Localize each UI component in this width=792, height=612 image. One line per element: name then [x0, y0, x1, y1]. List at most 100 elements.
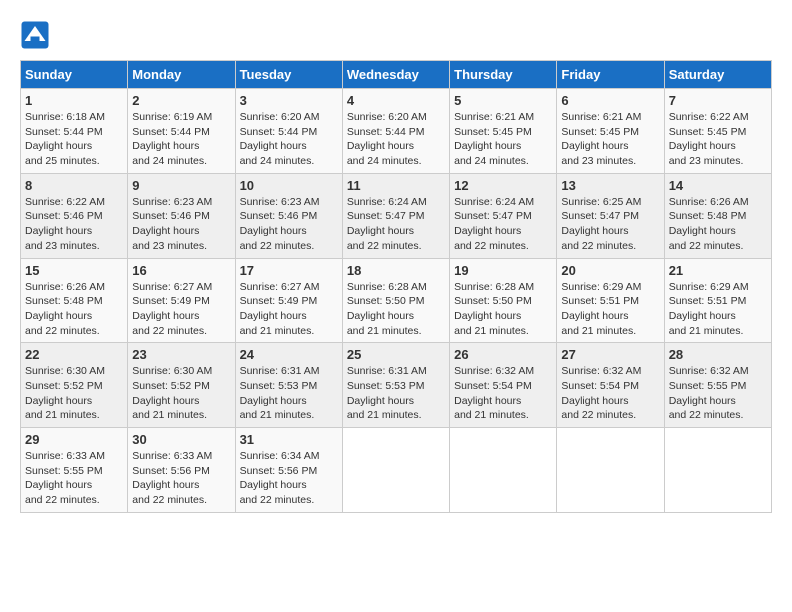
day-number: 30 [132, 432, 230, 447]
calendar-cell: 12 Sunrise: 6:24 AMSunset: 5:47 PMDaylig… [450, 173, 557, 258]
day-number: 6 [561, 93, 659, 108]
day-number: 20 [561, 263, 659, 278]
day-number: 7 [669, 93, 767, 108]
day-number: 2 [132, 93, 230, 108]
calendar-cell: 13 Sunrise: 6:25 AMSunset: 5:47 PMDaylig… [557, 173, 664, 258]
header-day-friday: Friday [557, 61, 664, 89]
day-detail: Sunrise: 6:27 AMSunset: 5:49 PMDaylight … [132, 280, 230, 339]
day-number: 11 [347, 178, 445, 193]
calendar-cell: 6 Sunrise: 6:21 AMSunset: 5:45 PMDayligh… [557, 89, 664, 174]
calendar-cell [342, 428, 449, 513]
day-number: 29 [25, 432, 123, 447]
calendar-cell: 5 Sunrise: 6:21 AMSunset: 5:45 PMDayligh… [450, 89, 557, 174]
calendar-cell: 9 Sunrise: 6:23 AMSunset: 5:46 PMDayligh… [128, 173, 235, 258]
day-number: 25 [347, 347, 445, 362]
calendar-cell: 18 Sunrise: 6:28 AMSunset: 5:50 PMDaylig… [342, 258, 449, 343]
day-number: 16 [132, 263, 230, 278]
day-number: 4 [347, 93, 445, 108]
header-day-saturday: Saturday [664, 61, 771, 89]
day-number: 5 [454, 93, 552, 108]
calendar-cell: 29 Sunrise: 6:33 AMSunset: 5:55 PMDaylig… [21, 428, 128, 513]
day-number: 3 [240, 93, 338, 108]
calendar-table: SundayMondayTuesdayWednesdayThursdayFrid… [20, 60, 772, 513]
calendar-cell [450, 428, 557, 513]
day-detail: Sunrise: 6:31 AMSunset: 5:53 PMDaylight … [240, 364, 338, 423]
day-detail: Sunrise: 6:29 AMSunset: 5:51 PMDaylight … [669, 280, 767, 339]
calendar-cell: 23 Sunrise: 6:30 AMSunset: 5:52 PMDaylig… [128, 343, 235, 428]
calendar-cell: 26 Sunrise: 6:32 AMSunset: 5:54 PMDaylig… [450, 343, 557, 428]
day-number: 10 [240, 178, 338, 193]
day-detail: Sunrise: 6:33 AMSunset: 5:55 PMDaylight … [25, 449, 123, 508]
calendar-cell: 14 Sunrise: 6:26 AMSunset: 5:48 PMDaylig… [664, 173, 771, 258]
day-detail: Sunrise: 6:25 AMSunset: 5:47 PMDaylight … [561, 195, 659, 254]
logo-icon [20, 20, 50, 50]
day-number: 27 [561, 347, 659, 362]
day-number: 28 [669, 347, 767, 362]
day-number: 1 [25, 93, 123, 108]
day-detail: Sunrise: 6:21 AMSunset: 5:45 PMDaylight … [454, 110, 552, 169]
day-number: 12 [454, 178, 552, 193]
day-detail: Sunrise: 6:22 AMSunset: 5:45 PMDaylight … [669, 110, 767, 169]
calendar-cell: 2 Sunrise: 6:19 AMSunset: 5:44 PMDayligh… [128, 89, 235, 174]
day-number: 31 [240, 432, 338, 447]
day-detail: Sunrise: 6:30 AMSunset: 5:52 PMDaylight … [132, 364, 230, 423]
day-number: 26 [454, 347, 552, 362]
day-detail: Sunrise: 6:20 AMSunset: 5:44 PMDaylight … [347, 110, 445, 169]
day-detail: Sunrise: 6:21 AMSunset: 5:45 PMDaylight … [561, 110, 659, 169]
header-day-wednesday: Wednesday [342, 61, 449, 89]
header-day-monday: Monday [128, 61, 235, 89]
calendar-cell: 30 Sunrise: 6:33 AMSunset: 5:56 PMDaylig… [128, 428, 235, 513]
calendar-cell: 27 Sunrise: 6:32 AMSunset: 5:54 PMDaylig… [557, 343, 664, 428]
calendar-cell: 17 Sunrise: 6:27 AMSunset: 5:49 PMDaylig… [235, 258, 342, 343]
header-day-tuesday: Tuesday [235, 61, 342, 89]
calendar-cell: 25 Sunrise: 6:31 AMSunset: 5:53 PMDaylig… [342, 343, 449, 428]
day-detail: Sunrise: 6:23 AMSunset: 5:46 PMDaylight … [240, 195, 338, 254]
calendar-cell: 15 Sunrise: 6:26 AMSunset: 5:48 PMDaylig… [21, 258, 128, 343]
day-number: 14 [669, 178, 767, 193]
day-detail: Sunrise: 6:24 AMSunset: 5:47 PMDaylight … [347, 195, 445, 254]
calendar-week-row: 29 Sunrise: 6:33 AMSunset: 5:55 PMDaylig… [21, 428, 772, 513]
calendar-week-row: 15 Sunrise: 6:26 AMSunset: 5:48 PMDaylig… [21, 258, 772, 343]
calendar-cell [557, 428, 664, 513]
day-detail: Sunrise: 6:28 AMSunset: 5:50 PMDaylight … [454, 280, 552, 339]
day-detail: Sunrise: 6:34 AMSunset: 5:56 PMDaylight … [240, 449, 338, 508]
calendar-cell [664, 428, 771, 513]
calendar-cell: 10 Sunrise: 6:23 AMSunset: 5:46 PMDaylig… [235, 173, 342, 258]
calendar-cell: 7 Sunrise: 6:22 AMSunset: 5:45 PMDayligh… [664, 89, 771, 174]
calendar-cell: 1 Sunrise: 6:18 AMSunset: 5:44 PMDayligh… [21, 89, 128, 174]
day-number: 21 [669, 263, 767, 278]
calendar-cell: 3 Sunrise: 6:20 AMSunset: 5:44 PMDayligh… [235, 89, 342, 174]
day-detail: Sunrise: 6:32 AMSunset: 5:55 PMDaylight … [669, 364, 767, 423]
calendar-cell: 22 Sunrise: 6:30 AMSunset: 5:52 PMDaylig… [21, 343, 128, 428]
calendar-cell: 19 Sunrise: 6:28 AMSunset: 5:50 PMDaylig… [450, 258, 557, 343]
day-number: 8 [25, 178, 123, 193]
page-header [20, 20, 772, 50]
day-number: 13 [561, 178, 659, 193]
calendar-cell: 28 Sunrise: 6:32 AMSunset: 5:55 PMDaylig… [664, 343, 771, 428]
day-detail: Sunrise: 6:29 AMSunset: 5:51 PMDaylight … [561, 280, 659, 339]
day-detail: Sunrise: 6:33 AMSunset: 5:56 PMDaylight … [132, 449, 230, 508]
calendar-cell: 11 Sunrise: 6:24 AMSunset: 5:47 PMDaylig… [342, 173, 449, 258]
day-number: 17 [240, 263, 338, 278]
calendar-cell: 16 Sunrise: 6:27 AMSunset: 5:49 PMDaylig… [128, 258, 235, 343]
day-detail: Sunrise: 6:32 AMSunset: 5:54 PMDaylight … [561, 364, 659, 423]
logo [20, 20, 54, 50]
day-detail: Sunrise: 6:24 AMSunset: 5:47 PMDaylight … [454, 195, 552, 254]
day-number: 19 [454, 263, 552, 278]
calendar-week-row: 1 Sunrise: 6:18 AMSunset: 5:44 PMDayligh… [21, 89, 772, 174]
calendar-cell: 24 Sunrise: 6:31 AMSunset: 5:53 PMDaylig… [235, 343, 342, 428]
day-detail: Sunrise: 6:19 AMSunset: 5:44 PMDaylight … [132, 110, 230, 169]
calendar-cell: 31 Sunrise: 6:34 AMSunset: 5:56 PMDaylig… [235, 428, 342, 513]
calendar-cell: 21 Sunrise: 6:29 AMSunset: 5:51 PMDaylig… [664, 258, 771, 343]
calendar-cell: 20 Sunrise: 6:29 AMSunset: 5:51 PMDaylig… [557, 258, 664, 343]
calendar-week-row: 8 Sunrise: 6:22 AMSunset: 5:46 PMDayligh… [21, 173, 772, 258]
day-detail: Sunrise: 6:26 AMSunset: 5:48 PMDaylight … [669, 195, 767, 254]
day-detail: Sunrise: 6:32 AMSunset: 5:54 PMDaylight … [454, 364, 552, 423]
day-number: 22 [25, 347, 123, 362]
calendar-week-row: 22 Sunrise: 6:30 AMSunset: 5:52 PMDaylig… [21, 343, 772, 428]
day-detail: Sunrise: 6:31 AMSunset: 5:53 PMDaylight … [347, 364, 445, 423]
calendar-cell: 4 Sunrise: 6:20 AMSunset: 5:44 PMDayligh… [342, 89, 449, 174]
day-detail: Sunrise: 6:26 AMSunset: 5:48 PMDaylight … [25, 280, 123, 339]
day-detail: Sunrise: 6:28 AMSunset: 5:50 PMDaylight … [347, 280, 445, 339]
day-number: 24 [240, 347, 338, 362]
